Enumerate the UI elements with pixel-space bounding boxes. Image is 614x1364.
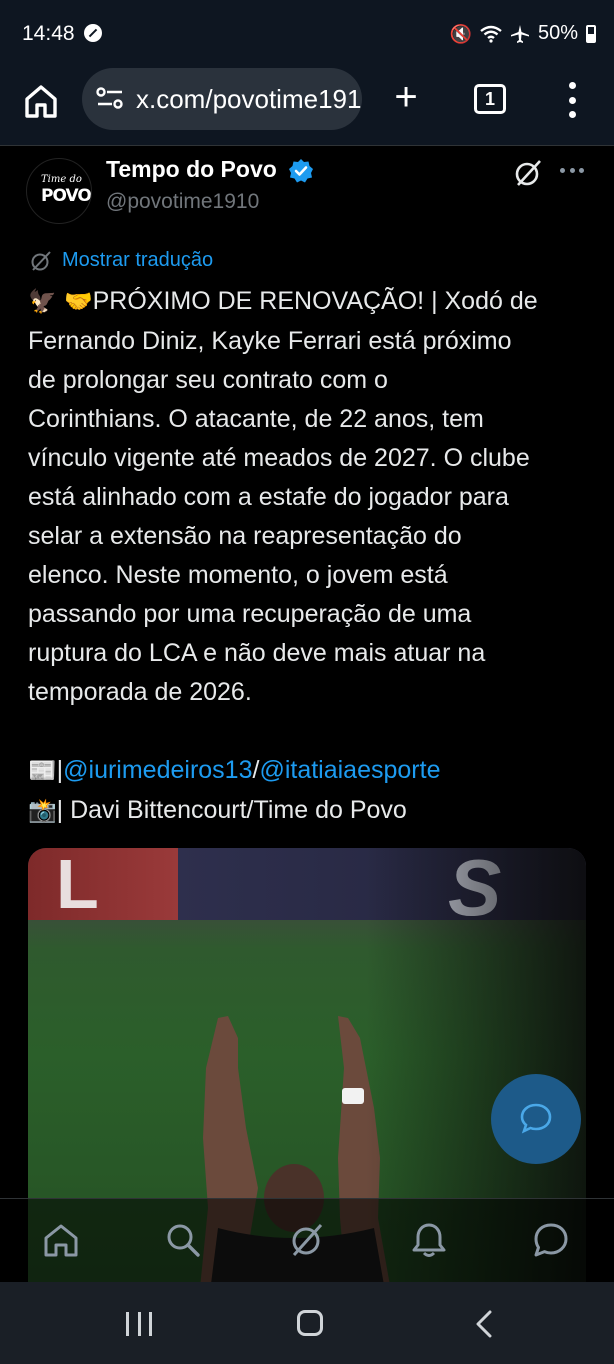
show-translation-link[interactable]: Mostrar tradução xyxy=(62,249,213,272)
banner-letter: L xyxy=(56,848,99,923)
tweet-line: Corinthians. O atacante, de 22 anos, tem xyxy=(28,405,484,433)
avatar[interactable]: Time do POVO xyxy=(26,158,92,224)
wifi-icon xyxy=(480,25,502,43)
notifications-icon[interactable] xyxy=(410,1221,448,1259)
mention-link[interactable]: @itatiaiaesporte xyxy=(259,756,440,784)
browser-menu-button[interactable] xyxy=(564,80,580,120)
avatar-line-1: Time do xyxy=(41,174,82,185)
newspaper-emoji: 📰 xyxy=(28,758,57,784)
tweet-text: 🦅 🤝PRÓXIMO DE RENOVAÇÃO! | Xodó de Ferna… xyxy=(28,282,588,831)
airplane-icon xyxy=(510,24,529,43)
sync-icon xyxy=(84,24,102,42)
status-time: 14:48 xyxy=(22,22,75,45)
status-right: 🔇 50% xyxy=(450,22,596,45)
battery-percent: 50% xyxy=(537,22,578,44)
tweet-line: vínculo vigente até meados de 2027. O cl… xyxy=(28,444,530,472)
stadium-banner-red xyxy=(28,848,178,920)
tweet-photo-credit-line: 📸| Davi Bittencourt/Time do Povo xyxy=(28,796,407,824)
home-icon[interactable] xyxy=(42,1221,80,1259)
tweet-line: passando por uma recuperação de uma xyxy=(28,600,472,628)
tweet-line: selar a extensão na reapresentação do xyxy=(28,522,462,550)
camera-flash-emoji: 📸 xyxy=(28,798,57,824)
mute-icon: 🔇 xyxy=(449,23,472,44)
tweet-line: ruptura do LCA e não deve mais atuar na xyxy=(28,639,486,667)
grok-translate-icon xyxy=(31,251,51,271)
grok-icon[interactable] xyxy=(512,157,544,189)
avatar-line-2: POVO xyxy=(41,186,91,206)
address-bar[interactable]: x.com/povotime1910 xyxy=(82,68,362,130)
back-button[interactable] xyxy=(474,1310,494,1338)
tab-switcher-button[interactable]: 1 xyxy=(474,84,506,114)
mention-link[interactable]: @iurimedeiros13 xyxy=(63,756,252,784)
new-tab-button[interactable]: + xyxy=(388,77,424,117)
site-settings-icon[interactable] xyxy=(96,87,124,109)
x-bottom-nav xyxy=(0,1198,614,1282)
tweet-blank-line xyxy=(28,712,588,751)
tweet-line: de prolongar seu contrato com o xyxy=(28,366,388,394)
search-icon[interactable] xyxy=(164,1221,202,1259)
url-text[interactable]: x.com/povotime1910 xyxy=(136,84,362,115)
tweet-line: Fernando Diniz, Kayke Ferrari está próxi… xyxy=(28,327,512,355)
tweet-line: elenco. Neste momento, o jovem está xyxy=(28,561,448,589)
status-bar: 14:48 🔇 50% xyxy=(0,0,614,68)
compose-icon xyxy=(520,1103,552,1134)
recents-button[interactable] xyxy=(126,1312,152,1336)
author-handle[interactable]: @povotime1910 xyxy=(106,190,259,214)
battery-icon xyxy=(586,24,596,43)
tweet-source-line: 📰|@iurimedeiros13/@itatiaiaesporte xyxy=(28,756,441,784)
system-nav-bar xyxy=(0,1282,614,1364)
browser-toolbar: x.com/povotime1910 + 1 xyxy=(0,68,614,146)
compose-button[interactable] xyxy=(491,1074,581,1164)
tweet-line: 🦅 🤝PRÓXIMO DE RENOVAÇÃO! | Xodó de xyxy=(28,287,538,315)
author-name[interactable]: Tempo do Povo xyxy=(106,156,277,183)
more-options-icon[interactable] xyxy=(560,168,584,174)
messages-icon[interactable] xyxy=(532,1221,570,1259)
eagle-handshake-emoji: 🦅 🤝 xyxy=(28,289,93,315)
grok-icon[interactable] xyxy=(288,1221,326,1259)
browser-home-icon[interactable] xyxy=(22,82,60,120)
tweet-line: está alinhado com a estafe do jogador pa… xyxy=(28,483,509,511)
tweet-line: temporada de 2026. xyxy=(28,678,252,706)
verified-badge-icon xyxy=(289,159,313,183)
system-home-button[interactable] xyxy=(297,1310,323,1336)
